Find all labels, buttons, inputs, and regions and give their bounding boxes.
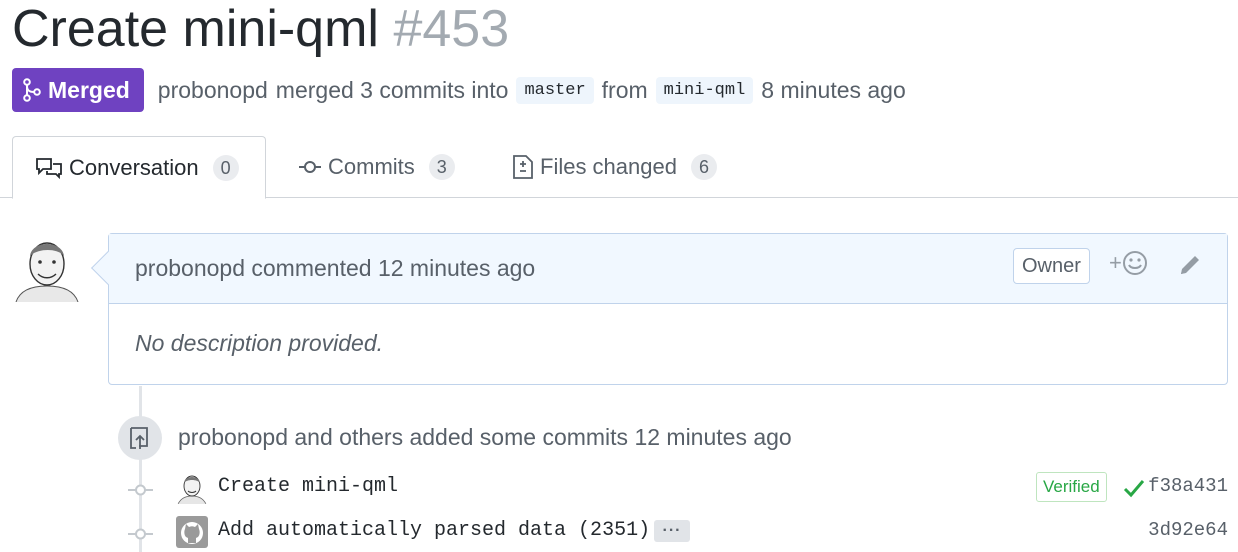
- merge-description: merged 3 commits into: [275, 76, 509, 103]
- owner-badge: Owner: [1013, 248, 1090, 284]
- comment-time[interactable]: 12 minutes ago: [378, 255, 535, 282]
- head-branch[interactable]: mini-qml: [655, 76, 754, 104]
- smiley-icon: [1122, 251, 1147, 275]
- git-merge-icon: [23, 78, 41, 102]
- comment-body: No description provided.: [135, 330, 384, 356]
- merge-time: 8 minutes ago: [761, 76, 906, 103]
- tab-files-changed-count: 6: [690, 154, 717, 180]
- commit-sha-link[interactable]: f38a431: [1148, 475, 1228, 497]
- file-diff-icon: [513, 155, 533, 179]
- commit-sha-link[interactable]: 3d92e64: [1148, 519, 1228, 541]
- tab-commits-label: Commits: [328, 154, 415, 179]
- commit-author-avatar[interactable]: [176, 472, 208, 504]
- pr-meta: Merged probonopd merged 3 commits into m…: [12, 68, 914, 112]
- author-avatar[interactable]: [12, 232, 82, 303]
- expand-commit-message-button[interactable]: ···: [654, 520, 690, 542]
- pr-author-link[interactable]: probonopd: [158, 77, 268, 104]
- base-branch[interactable]: master: [516, 76, 594, 104]
- tab-commits-count: 3: [428, 154, 455, 180]
- tab-conversation[interactable]: Conversation 0: [12, 136, 266, 199]
- comment-box: probonopd commented 12 minutes ago Owner…: [91, 233, 1228, 385]
- edit-comment-button[interactable]: [1177, 252, 1203, 284]
- from-text: from: [601, 76, 648, 103]
- comment-action: commented: [251, 255, 372, 281]
- git-commit-icon: [299, 161, 321, 173]
- pr-tabs: Conversation 0 Commits 3 Files changed 6: [0, 136, 1238, 199]
- tab-conversation-count: 0: [212, 154, 239, 181]
- pr-title: Create mini-qml #453: [12, 0, 509, 58]
- tab-conversation-label: Conversation: [69, 154, 199, 180]
- commit-message-link[interactable]: Create mini-qml: [218, 475, 398, 498]
- add-reaction-button[interactable]: +: [1109, 250, 1148, 276]
- commit-row: Add automatically parsed data (2351) ···…: [0, 516, 1238, 552]
- tab-files-changed-label: Files changed: [540, 154, 677, 179]
- reaction-plus: +: [1109, 250, 1122, 275]
- pencil-icon: [1181, 256, 1199, 274]
- tab-commits[interactable]: Commits 3: [298, 136, 455, 198]
- git-commit-icon: [128, 528, 153, 540]
- comment-discussion-icon: [36, 157, 62, 179]
- verified-badge[interactable]: Verified: [1036, 472, 1107, 502]
- comment-header: probonopd commented 12 minutes ago Owner…: [109, 234, 1227, 304]
- repo-push-icon: [118, 416, 162, 460]
- comment-author[interactable]: probonopd: [135, 255, 245, 282]
- github-avatar[interactable]: [176, 516, 208, 548]
- check-icon[interactable]: [1123, 478, 1145, 498]
- merged-state-badge: Merged: [12, 68, 144, 112]
- pr-title-text: Create mini-qml: [12, 0, 379, 58]
- tab-files-changed[interactable]: Files changed 6: [512, 136, 717, 198]
- git-commit-icon: [128, 484, 153, 496]
- commits-added-text: probonopd and others added some commits …: [178, 424, 792, 450]
- commit-message-link[interactable]: Add automatically parsed data (2351): [218, 519, 650, 542]
- commit-row: Create mini-qml Verified f38a431: [0, 472, 1238, 508]
- merged-label: Merged: [48, 76, 130, 103]
- pr-number: #453: [393, 0, 510, 58]
